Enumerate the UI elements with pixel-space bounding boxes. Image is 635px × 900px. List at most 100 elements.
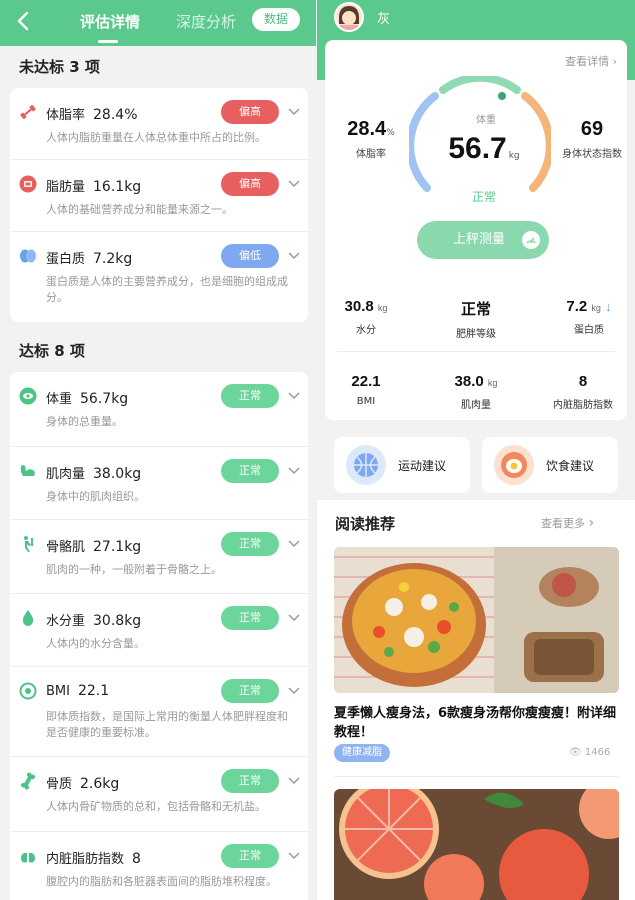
item-description: 人体内骨矿物质的总和，包括骨骼和无机盐。 — [46, 800, 266, 813]
weigh-measure-label: 上秤测量 — [453, 232, 506, 247]
metric-value: 30.8 — [344, 298, 374, 315]
metric-protein: 7.2 kg ↓ 蛋白质 — [544, 298, 634, 336]
metric-value: 7.2 — [566, 298, 588, 315]
list-item[interactable]: 脂肪量 16.1kg 偏高 人体的基础营养成分和能量来源之一。 — [10, 160, 308, 232]
list-item[interactable]: 内脏脂肪指数 8 正常 腹腔内的脂肪和各脏器表面间的脂肪堆积程度。 — [10, 832, 308, 900]
item-value: 38.0kg — [93, 466, 142, 482]
list-item[interactable]: 水分重 30.8kg 正常 人体内的水分含量。 — [10, 594, 308, 667]
chevron-down-icon[interactable] — [287, 610, 301, 624]
arrow-down-icon: ↓ — [605, 299, 612, 314]
visceral-fat-icon — [21, 849, 35, 863]
basketball-icon — [346, 445, 386, 485]
bone-icon — [20, 772, 36, 790]
fried-egg-icon — [494, 445, 534, 485]
bmi-icon — [19, 682, 37, 700]
divider — [337, 351, 615, 352]
unmet-section-title: 未达标 3 项 — [19, 58, 100, 76]
water-drop-icon — [22, 610, 34, 626]
status-badge: 正常 — [221, 769, 279, 793]
item-description: 即体质指数，是国际上常用的衡量人体肥胖程度和是否健康的重要标准。 — [46, 710, 288, 739]
item-description: 身体中的肌肉组织。 — [46, 490, 145, 503]
item-name: 水分重 — [46, 614, 86, 629]
metric-water: 30.8 kg 水分 — [321, 298, 411, 336]
list-item[interactable]: 骨骼肌 27.1kg 正常 肌肉的一种，一般附着于骨骼之上。 — [10, 520, 308, 594]
weight-icon — [19, 387, 37, 405]
article-title[interactable]: 夏季懒人瘦身法，6款瘦身汤帮你瘦瘦瘦！附详细教程！ — [334, 704, 619, 742]
article-thumbnail[interactable] — [334, 789, 619, 900]
chevron-right-icon: › — [612, 55, 617, 68]
item-value: 27.1kg — [93, 539, 142, 555]
weight-stat: 56.7 kg — [409, 132, 559, 166]
item-value: 16.1kg — [93, 179, 142, 195]
weight-title: 体重 — [476, 115, 496, 126]
data-button[interactable]: 数据 — [252, 8, 300, 31]
list-item[interactable]: BMI 22.1 正常 即体质指数，是国际上常用的衡量人体肥胖程度和是否健康的重要… — [10, 667, 308, 757]
reading-section-title: 阅读推荐 — [335, 515, 396, 533]
metric-value: 38.0 — [454, 373, 484, 390]
chevron-down-icon[interactable] — [287, 104, 301, 118]
status-badge: 正常 — [221, 384, 279, 408]
metric-obesity-level: 正常 肥胖等级 — [431, 298, 521, 340]
item-name: 内脏脂肪指数 — [46, 852, 125, 867]
item-name: 体重 — [46, 392, 73, 407]
tab-evaluation-detail[interactable]: 评估详情 — [80, 11, 140, 32]
divider — [334, 776, 619, 777]
article-tag: 健康减脂 — [334, 744, 390, 762]
met-card: 体重 56.7kg 正常 身体的总重量。 肌肉量 38.0kg 正常 身体中的肌肉组… — [10, 372, 308, 900]
metric-label: 肌肉量 — [461, 400, 491, 411]
list-item[interactable]: 蛋白质 7.2kg 偏低 蛋白质是人体的主要营养成分，也是细胞的组成成分。 — [10, 232, 308, 322]
weigh-measure-button[interactable]: 上秤测量 — [417, 221, 549, 259]
fat-rate-value: 28.4 — [347, 118, 387, 140]
chevron-down-icon[interactable] — [287, 248, 301, 262]
soup-bowl-image — [334, 547, 619, 693]
view-details-link[interactable]: 查看详情 › — [565, 53, 617, 69]
list-item[interactable]: 骨质 2.6kg 正常 人体内骨矿物质的总和，包括骨骼和无机盐。 — [10, 757, 308, 832]
stats-card: 查看详情 › 28.4% 体脂率 体重 56.7 kg 正常 69 身体状态指数 … — [325, 40, 627, 420]
view-details-label: 查看详情 — [565, 55, 610, 68]
chevron-right-icon: › — [588, 515, 595, 531]
chevron-down-icon[interactable] — [287, 176, 301, 190]
item-description: 人体内的水分含量。 — [46, 637, 145, 650]
dumbbell-icon — [20, 104, 36, 120]
chevron-down-icon[interactable] — [287, 683, 301, 697]
grapefruit-image — [334, 789, 619, 900]
item-description: 肌肉的一种，一般附着于骨骼之上。 — [46, 563, 222, 576]
user-avatar-icon — [339, 6, 359, 30]
chevron-down-icon[interactable] — [287, 536, 301, 550]
fat-rate-label: 体脂率 — [356, 149, 386, 160]
active-tab-indicator — [98, 40, 118, 43]
view-count: 👁 1466 — [569, 747, 610, 758]
metric-label: 水分 — [356, 325, 376, 336]
chevron-down-icon[interactable] — [287, 463, 301, 477]
exercise-advice-card[interactable]: 运动建议 — [334, 437, 470, 493]
body-index-label: 身体状态指数 — [562, 149, 622, 160]
list-item[interactable]: 体脂率 28.4% 偏高 人体内脂肪重量在人体总体重中所占的比例。 — [10, 88, 308, 160]
list-item[interactable]: 肌肉量 38.0kg 正常 身体中的肌肉组织。 — [10, 447, 308, 520]
chevron-down-icon[interactable] — [287, 388, 301, 402]
metric-label: 内脏脂肪指数 — [553, 400, 613, 411]
metric-value: 22.1 — [351, 373, 381, 390]
status-badge: 偏高 — [221, 100, 279, 124]
item-description: 蛋白质是人体的主要营养成分，也是细胞的组成成分。 — [46, 275, 288, 304]
fat-icon — [19, 175, 37, 193]
view-more-link[interactable]: 查看更多 › — [541, 515, 594, 531]
chevron-down-icon[interactable] — [287, 773, 301, 787]
item-value: 8 — [132, 851, 141, 867]
item-name: 体脂率 — [46, 108, 86, 123]
item-value: 22.1 — [77, 683, 110, 699]
diet-advice-card[interactable]: 饮食建议 — [482, 437, 618, 493]
header: 评估详情 深度分析 数据 — [0, 0, 316, 46]
article-thumbnail[interactable] — [334, 547, 619, 693]
user-name: 灰 — [377, 12, 391, 27]
tab-deep-analysis[interactable]: 深度分析 — [176, 11, 236, 32]
item-description: 人体的基础营养成分和能量来源之一。 — [46, 203, 233, 216]
item-name: BMI — [46, 684, 70, 699]
list-item[interactable]: 体重 56.7kg 正常 身体的总重量。 — [10, 372, 308, 447]
chevron-down-icon[interactable] — [287, 848, 301, 862]
back-arrow-icon[interactable] — [12, 9, 36, 33]
status-badge: 正常 — [221, 606, 279, 630]
metric-label: BMI — [356, 396, 376, 407]
weight-value: 56.7 — [448, 132, 507, 165]
avatar[interactable] — [334, 2, 364, 32]
item-description: 腹腔内的脂肪和各脏器表面间的脂肪堆积程度。 — [46, 875, 277, 888]
